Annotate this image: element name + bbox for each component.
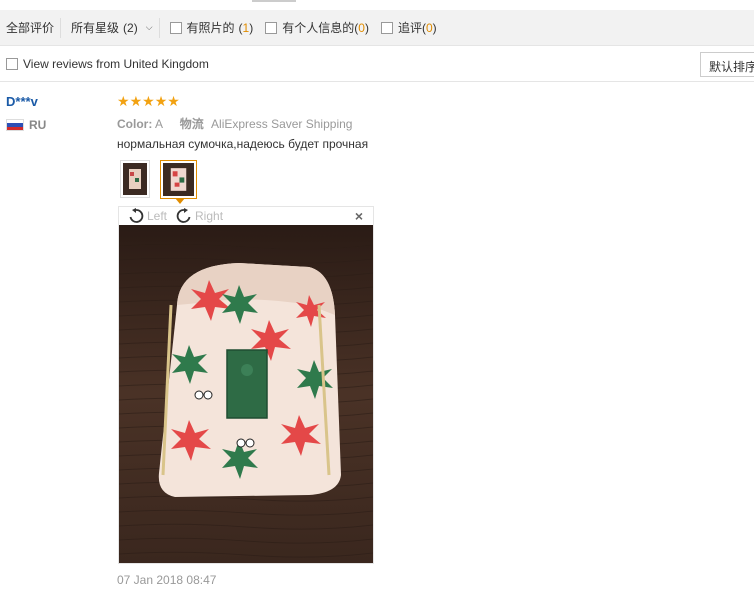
with-photos-count: 1 xyxy=(242,20,250,35)
chevron-down-icon: ⌵ xyxy=(145,22,153,32)
with-photos-paren-close: ) xyxy=(249,20,254,35)
logistics-key: 物流 xyxy=(179,117,204,131)
followup-checkbox[interactable] xyxy=(380,21,393,34)
country-filter-bar: View reviews from United Kingdom 默认排序 xyxy=(0,47,754,82)
filter-star-dropdown[interactable]: 所有星级 (2) ⌵ xyxy=(61,10,159,45)
filter-with-personal-info[interactable]: 有个人信息的 (0) xyxy=(259,10,375,45)
filter-star-count: (2) xyxy=(123,20,138,35)
rotate-right-button[interactable]: Right xyxy=(175,208,223,224)
star-icon: ★ xyxy=(167,93,180,109)
review-photo-large xyxy=(119,225,373,563)
reviewer-country: RU xyxy=(6,118,46,132)
rotate-left-button[interactable]: Left xyxy=(127,208,167,224)
star-rating: ★ ★ ★ ★ ★ xyxy=(117,94,180,108)
bag-photo-image xyxy=(119,225,373,563)
with-photos-checkbox[interactable] xyxy=(169,21,182,34)
rotate-right-label: Right xyxy=(195,209,224,223)
star-icon: ★ xyxy=(154,93,168,109)
with-personal-info-checkbox[interactable] xyxy=(265,21,278,34)
with-personal-info-count: 0 xyxy=(358,20,365,35)
color-key: Color: xyxy=(117,117,153,131)
filter-followup[interactable]: 追评(0) xyxy=(375,10,443,45)
russia-flag-icon xyxy=(6,119,24,131)
photo-viewer: Left Right × xyxy=(118,206,374,564)
followup-label: 追评 xyxy=(397,21,422,35)
color-value: A xyxy=(155,117,163,131)
rotate-left-icon xyxy=(129,208,144,223)
sort-label: 默认排序 xyxy=(709,60,754,74)
country-filter-label[interactable]: View reviews from United Kingdom xyxy=(23,57,209,71)
rotate-right-icon xyxy=(176,208,191,223)
review-filter-bar: 全部评价 所有星级 (2) ⌵ 有照片的 (1) 有个人信息的 (0) 追评(0… xyxy=(0,10,754,46)
country-filter-checkbox[interactable] xyxy=(6,58,18,70)
filter-all-reviews-label: 全部评价 xyxy=(6,21,55,35)
review-date: 07 Jan 2018 08:47 xyxy=(117,573,217,587)
filter-star-label: 所有星级 xyxy=(71,21,120,35)
filter-with-photos[interactable]: 有照片的 (1) xyxy=(160,10,260,45)
followup-paren-close: ) xyxy=(432,20,437,35)
active-tab-indicator xyxy=(252,0,296,2)
sort-dropdown[interactable]: 默认排序 xyxy=(700,52,754,77)
review-photo-thumbnail[interactable] xyxy=(120,160,150,198)
logistics-value: AliExpress Saver Shipping xyxy=(211,117,353,131)
filter-all-reviews[interactable]: 全部评价 xyxy=(0,10,60,45)
photo-viewer-toolbar: Left Right × xyxy=(119,207,373,225)
selected-thumbnail-pointer xyxy=(175,198,185,204)
close-icon[interactable]: × xyxy=(355,208,363,224)
photo-thumbnail-image xyxy=(163,163,194,196)
rotate-left-label: Left xyxy=(147,209,168,223)
review-product-meta: Color: A 物流 AliExpress Saver Shipping xyxy=(117,115,352,132)
with-personal-info-label: 有个人信息的 xyxy=(282,21,355,35)
followup-count: 0 xyxy=(425,20,433,35)
with-photos-label: 有照片的 xyxy=(186,21,235,35)
review-photo-thumbnail-selected[interactable] xyxy=(160,160,197,199)
reviewer-name: D***v xyxy=(6,94,38,109)
photo-thumbnail-image xyxy=(123,163,147,195)
review-text: нормальная сумочка,надеюсь будет прочная xyxy=(117,137,369,151)
star-icon: ★ xyxy=(117,93,130,109)
star-icon: ★ xyxy=(142,93,155,109)
reviewer-country-code: RU xyxy=(29,118,47,132)
with-personal-info-paren-close: ) xyxy=(364,20,369,35)
star-icon: ★ xyxy=(129,93,143,109)
